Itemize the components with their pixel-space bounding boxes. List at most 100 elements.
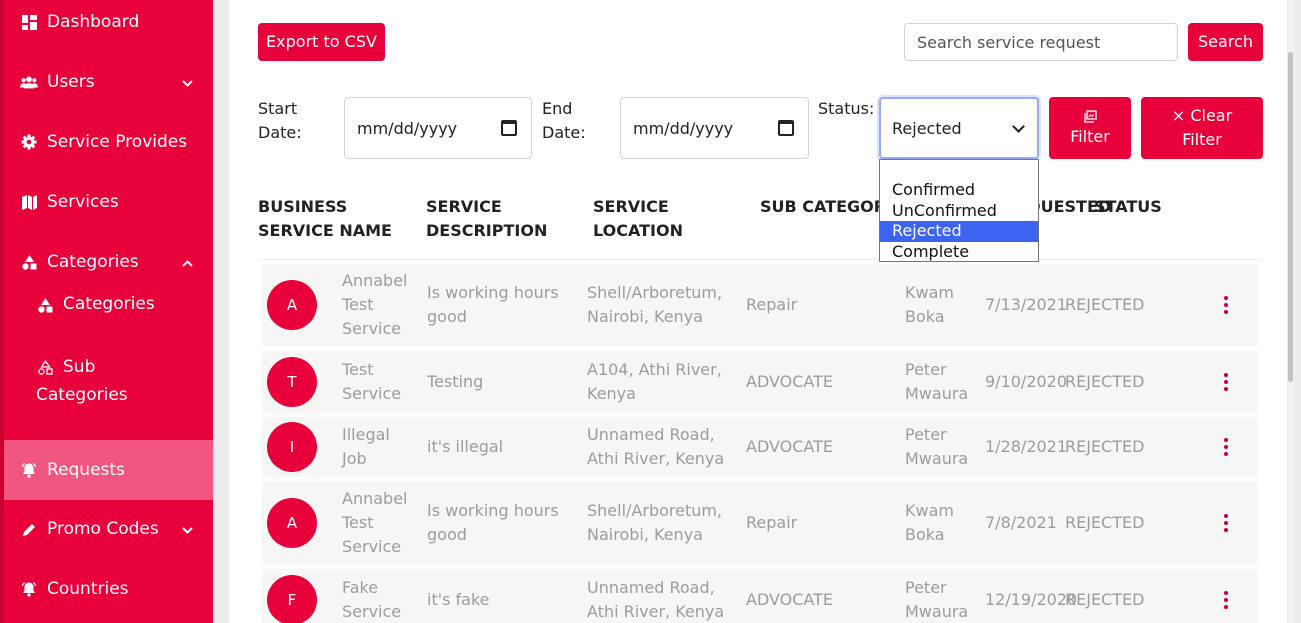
location-cell: Unnamed Road, Athi River, Kenya — [587, 578, 725, 621]
service-name-cell: Illegal Job — [342, 425, 390, 468]
sidebar-item-dashboard[interactable]: Dashboard — [4, 4, 213, 40]
sub-category-cell: ADVOCATE — [746, 590, 833, 609]
requested-date-cell: 7/8/2021 — [985, 513, 1057, 532]
sidebar-item-users[interactable]: Users — [4, 64, 213, 100]
scrollbar-thumb[interactable] — [1288, 52, 1293, 382]
filter-icon — [1083, 107, 1097, 125]
requested-date-cell: 9/10/2020 — [985, 372, 1068, 391]
sidebar-item-label: Countries — [47, 579, 129, 599]
more-options-icon[interactable] — [1224, 438, 1228, 456]
table-row: T Test Service Testing A104, Athi River, Keny… — [262, 351, 1258, 413]
status-cell: REJECTED — [1065, 295, 1145, 314]
calendar-icon[interactable] — [778, 120, 794, 136]
chevron-down-icon — [182, 72, 193, 92]
sub-category-cell: ADVOCATE — [746, 372, 833, 391]
status-option-complete[interactable]: Complete — [880, 242, 1038, 263]
chevron-down-icon — [1012, 120, 1025, 133]
service-name-cell: Annabel Test Service — [342, 489, 408, 556]
pencil-icon — [20, 520, 38, 538]
shapes-outline-icon — [36, 358, 54, 376]
status-dropdown-list: Confirmed UnConfirmed Rejected Complete — [879, 159, 1039, 262]
sidebar-item-promo-codes[interactable]: Promo Codes — [4, 511, 213, 547]
sub-category-cell: Repair — [746, 295, 798, 314]
sidebar-item-services[interactable]: Services — [4, 184, 213, 220]
description-cell: it's fake — [427, 590, 490, 609]
calendar-icon[interactable] — [501, 120, 517, 136]
location-cell: Shell/Arboretum, Nairobi, Kenya — [587, 501, 723, 544]
requested-date-cell: 12/19/2020 — [985, 590, 1078, 609]
shapes-icon — [36, 296, 54, 314]
status-option-rejected[interactable]: Rejected — [880, 221, 1038, 242]
bell-icon — [20, 461, 38, 479]
bell-icon — [20, 580, 38, 598]
sidebar-item-service-provides[interactable]: Service Provides — [4, 124, 213, 160]
description-cell: Testing — [427, 372, 484, 391]
service-name-cell: Annabel Test Service — [342, 271, 408, 338]
export-csv-button[interactable]: Export to CSV — [258, 23, 385, 61]
sidebar-subitem-categories[interactable]: Categories — [36, 294, 155, 314]
sidebar-item-requests[interactable]: Requests — [4, 440, 213, 500]
users-icon — [20, 73, 38, 91]
header-divider — [258, 259, 1263, 260]
filter-button[interactable]: Filter — [1049, 97, 1131, 159]
status-select[interactable]: Rejected — [879, 97, 1039, 159]
status-label: Status: — [818, 99, 875, 118]
status-option-confirmed[interactable]: Confirmed — [880, 180, 1038, 201]
sidebar-item-label: Requests — [47, 460, 125, 480]
more-options-icon[interactable] — [1224, 296, 1228, 314]
description-cell: Is working hours good — [427, 283, 559, 326]
sidebar: Dashboard Users Service Provides Service… — [0, 0, 213, 623]
search-input[interactable]: Search service request — [904, 23, 1178, 61]
main-content: Export to CSV Search service request Sea… — [229, 0, 1294, 623]
map-icon — [20, 193, 38, 211]
table-row: A Annabel Test Service Is working hours good S… — [262, 264, 1258, 346]
sidebar-subitem-sub-categories[interactable]: Sub Categories — [36, 353, 128, 409]
sidebar-item-categories[interactable]: Categories — [4, 244, 213, 280]
status-option-unconfirmed[interactable]: UnConfirmed — [880, 201, 1038, 222]
table-row: A Annabel Test Service Is working hours good S… — [262, 482, 1258, 564]
search-button[interactable]: Search — [1188, 23, 1263, 61]
requested-date-cell: 1/28/2021 — [985, 437, 1068, 456]
shapes-icon — [20, 253, 38, 271]
more-options-icon[interactable] — [1224, 514, 1228, 532]
more-options-icon[interactable] — [1224, 591, 1228, 609]
sub-category-cell: Repair — [746, 513, 798, 532]
column-header-status: STATUS — [1094, 197, 1162, 216]
sidebar-item-label: Promo Codes — [47, 519, 159, 539]
table-row: F Fake Service it's fake Unnamed Road, Athi R… — [262, 569, 1258, 623]
sidebar-item-label: Dashboard — [47, 12, 140, 32]
description-cell: it's illegal — [427, 437, 504, 456]
status-cell: REJECTED — [1065, 372, 1145, 391]
column-header-sub-category: SUB CATEGORY — [760, 197, 897, 216]
location-cell: Shell/Arboretum, Nairobi, Kenya — [587, 283, 723, 326]
sidebar-item-label: Categories — [47, 252, 139, 272]
chevron-up-icon — [182, 252, 193, 272]
service-name-cell: Fake Service — [342, 578, 402, 621]
status-cell: REJECTED — [1065, 437, 1145, 456]
end-date-label: End Date: — [542, 99, 586, 142]
status-cell: REJECTED — [1065, 590, 1145, 609]
sidebar-subitem-label: Categories — [63, 294, 155, 314]
requester-cell: Peter Mwaura — [905, 578, 969, 621]
avatar: A — [267, 280, 317, 330]
end-date-input[interactable]: mm/dd/yyyy — [620, 97, 809, 159]
avatar: T — [267, 357, 317, 407]
more-options-icon[interactable] — [1224, 373, 1228, 391]
start-date-label: Start Date: — [258, 99, 302, 142]
scrollbar[interactable] — [1287, 0, 1294, 623]
start-date-input[interactable]: mm/dd/yyyy — [344, 97, 532, 159]
location-cell: A104, Athi River, Kenya — [587, 360, 722, 403]
sub-category-cell: ADVOCATE — [746, 437, 833, 456]
avatar: F — [267, 575, 317, 623]
location-cell: Unnamed Road, Athi River, Kenya — [587, 425, 725, 468]
requester-cell: Peter Mwaura — [905, 360, 969, 403]
clear-filter-button[interactable]: × Clear Filter — [1141, 97, 1263, 159]
sidebar-subitem-label-line1: Sub — [63, 357, 96, 377]
sidebar-item-label: Service Provides — [47, 132, 188, 152]
sidebar-item-countries[interactable]: Countries — [4, 571, 213, 607]
column-header-location: SERVICE LOCATION — [593, 197, 683, 240]
requester-cell: Kwam Boka — [905, 501, 954, 544]
sidebar-item-label: Services — [47, 192, 119, 212]
chevron-down-icon — [182, 519, 193, 539]
column-header-description: SERVICE DESCRIPTION — [426, 197, 548, 240]
